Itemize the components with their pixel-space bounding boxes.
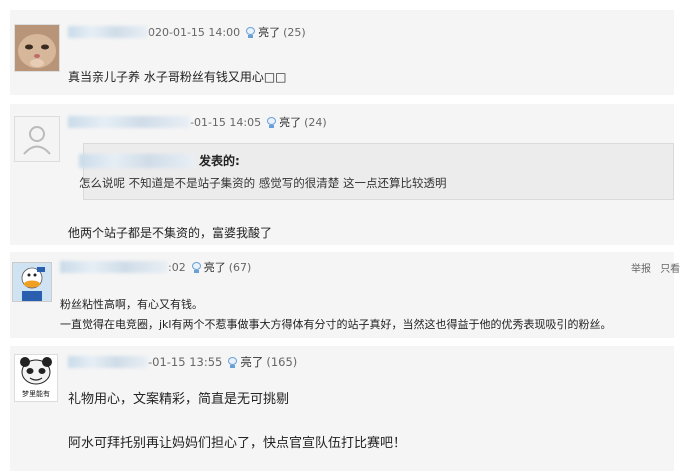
username-blurred[interactable] xyxy=(68,356,148,368)
avatar-caption: 梦里能有 xyxy=(22,390,50,398)
comment-3-like-button[interactable]: 亮了 xyxy=(204,259,226,275)
avatar-default[interactable] xyxy=(14,116,60,162)
comment-1-like-button[interactable]: 亮了 xyxy=(258,24,280,40)
lightbulb-icon[interactable] xyxy=(191,261,201,273)
comment-4-like-button[interactable]: 亮了 xyxy=(240,354,263,370)
comment-4-timestamp: -01-15 13:55 xyxy=(148,355,223,369)
comment-2-timestamp: -01-15 14:05 xyxy=(190,115,262,129)
comment-2-like-button[interactable]: 亮了 xyxy=(279,114,301,130)
comment-4-meta: -01-15 13:55 亮了 (165) xyxy=(68,354,297,370)
cat-avatar-image xyxy=(15,25,59,71)
report-link[interactable]: 举报 xyxy=(631,264,651,275)
quote-text: 怎么说呢 不知道是不是站子集资的 感觉写的很清楚 这一点还算比较透明 xyxy=(79,176,447,190)
username-blurred[interactable] xyxy=(60,261,168,273)
comment-2-like-count: (24) xyxy=(304,115,327,129)
avatar-cat[interactable] xyxy=(14,24,60,72)
username-blurred[interactable] xyxy=(68,116,190,128)
username-blurred[interactable] xyxy=(68,26,148,38)
only-view-link[interactable]: 只看 xyxy=(660,264,680,275)
comment-1-timestamp: 020-01-15 14:00 xyxy=(148,25,241,39)
quote-author-suffix: 发表的: xyxy=(199,154,240,168)
comment-2-meta: -01-15 14:05 亮了 (24) xyxy=(68,114,327,130)
comment-1-meta: 020-01-15 14:00 亮了 (25) xyxy=(68,24,306,40)
quote-header: 发表的: xyxy=(79,152,240,169)
comment-2-body: 他两个站子都是不集资的，富婆我酸了 xyxy=(68,226,273,240)
avatar-panda-meme[interactable]: 梦里能有 xyxy=(14,354,58,402)
comment-3-like-count: (67) xyxy=(228,260,252,274)
lightbulb-icon[interactable] xyxy=(228,356,238,368)
comment-3-body-line2: 一直觉得在电竞圈，jkl有两个不惹事做事大方得体有分寸的站子真好，当然这也得益于… xyxy=(60,318,612,331)
default-user-icon xyxy=(23,126,51,155)
comment-4-body-line1: 礼物用心，文案精彩，简直是无可挑剔 xyxy=(68,392,290,407)
duck-avatar-image xyxy=(13,263,51,301)
lightbulb-icon[interactable] xyxy=(246,26,256,38)
lightbulb-icon[interactable] xyxy=(267,116,277,128)
comment-3-timestamp: :02 xyxy=(168,260,186,274)
comment-4-body-line2: 阿水可拜托别再让妈妈们担心了，快点官宣队伍打比赛吧！ xyxy=(68,436,407,451)
comment-1-body: 真当亲儿子养 水子哥粉丝有钱又用心□□ xyxy=(68,70,287,84)
quote-author-blurred[interactable] xyxy=(79,153,195,168)
comment-4-like-count: (165) xyxy=(266,355,298,369)
comment-3-ops: 举报 只看 xyxy=(631,260,680,275)
comment-3-meta: :02 亮了 (67) xyxy=(60,259,251,275)
comment-3-body-line1: 粉丝粘性高啊，有心又有钱。 xyxy=(60,298,203,311)
avatar-donald[interactable] xyxy=(12,262,52,302)
comment-1-like-count: (25) xyxy=(283,25,306,39)
